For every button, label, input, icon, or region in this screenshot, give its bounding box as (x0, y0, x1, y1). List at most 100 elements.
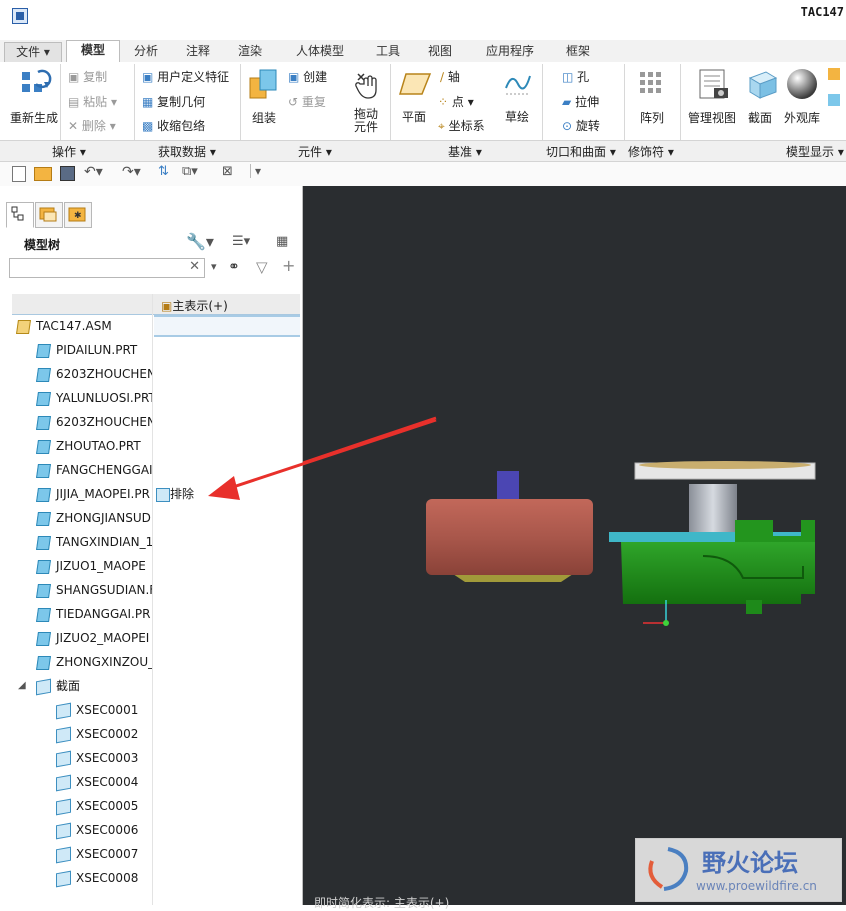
tree-part-row[interactable]: 6203ZHOUCHEN (34, 363, 152, 385)
revolve-button[interactable]: ⊙ 旋转 (562, 117, 600, 134)
hole-button[interactable]: ◫ 孔 (562, 68, 589, 85)
tab-model-tree[interactable] (6, 202, 34, 228)
regenerate-small-icon[interactable]: ⇅ (158, 164, 169, 179)
close-window-icon[interactable]: ⊠ (222, 164, 233, 179)
qat-customize-icon[interactable]: ▾ (250, 164, 261, 178)
show-menu-icon[interactable]: ☰▾ (232, 234, 250, 249)
paste-button[interactable]: ▤ 粘贴 ▾ (68, 93, 117, 110)
group-operations[interactable]: 操作 ▾ (52, 143, 86, 160)
group-datum[interactable]: 基准 ▾ (448, 143, 482, 160)
point-button[interactable]: ⁘ 点 ▾ (438, 93, 474, 110)
tree-part-row[interactable]: TANGXINDIAN_1 (34, 531, 152, 553)
windows-icon[interactable]: ⧉▾ (182, 164, 198, 179)
group-cut-surface[interactable]: 切口和曲面 ▾ (546, 143, 616, 160)
group-component[interactable]: 元件 ▾ (298, 143, 332, 160)
tree-part-row[interactable]: ZHONGXINZOU_ (34, 651, 152, 673)
tab-folder-browser[interactable] (35, 202, 63, 228)
undo-icon[interactable]: ↶▾ (84, 164, 103, 180)
favorites-icon: ✱ (68, 207, 86, 222)
assemble-button[interactable]: 组装 (252, 109, 276, 126)
group-modifiers[interactable]: 修饰符 ▾ (628, 143, 674, 160)
save-icon[interactable] (60, 166, 75, 181)
pulley-hub[interactable] (497, 471, 519, 501)
group-get-data[interactable]: 获取数据 ▾ (158, 143, 216, 160)
tree-search-input[interactable]: ✕ (9, 258, 205, 278)
add-column-icon[interactable]: + (282, 256, 295, 275)
column-divider[interactable] (152, 294, 153, 905)
center-shaft[interactable] (689, 484, 737, 534)
tab-tools[interactable]: 工具 (366, 42, 410, 61)
tree-section-row[interactable]: XSEC0005 (54, 795, 152, 817)
open-folder-icon[interactable] (34, 167, 52, 181)
tree-part-row[interactable]: YALUNLUOSI.PRT (34, 387, 152, 409)
tree-section-row[interactable]: XSEC0006 (54, 819, 152, 841)
representation-column-header[interactable]: ▣主表示(+) (161, 297, 228, 314)
tree-part-row[interactable]: SHANGSUDIAN.F (34, 579, 152, 601)
axis-button[interactable]: ∕ 轴 (440, 68, 460, 85)
filter-icon[interactable]: ▽ (256, 258, 268, 276)
graphics-viewport[interactable]: 即时简化表示: 主表示(+) (222, 186, 846, 910)
repeat-button[interactable]: ↺ 重复 (288, 93, 326, 110)
tree-section-row[interactable]: XSEC0002 (54, 723, 152, 745)
tab-render[interactable]: 渲染 (228, 42, 272, 61)
manage-views-button[interactable]: 管理视图 (688, 109, 736, 126)
group-model-display[interactable]: 模型显示 ▾ (786, 143, 844, 160)
tree-section-row[interactable]: XSEC0004 (54, 771, 152, 793)
tab-applications[interactable]: 应用程序 (472, 42, 548, 61)
tree-section-row[interactable]: XSEC0007 (54, 843, 152, 865)
tab-analysis[interactable]: 分析 (124, 42, 168, 61)
new-file-icon[interactable] (12, 166, 26, 182)
appearance-gallery-button[interactable]: 外观库 (784, 109, 820, 126)
regenerate-button[interactable]: 重新生成 (10, 109, 58, 126)
base-frame[interactable] (621, 542, 815, 604)
tree-part-row[interactable]: JIJIA_MAOPEI.PR (34, 483, 152, 505)
tab-model[interactable]: 模型 (66, 40, 120, 64)
tree-part-row[interactable]: JIZUO2_MAOPEI (34, 627, 152, 649)
tab-framework[interactable]: 框架 (556, 42, 600, 61)
tree-part-row[interactable]: 6203ZHOUCHEN (34, 411, 152, 433)
motor-bracket[interactable] (735, 520, 815, 542)
search-dropdown-icon[interactable]: ▾ (211, 260, 217, 273)
model-tree-icon (11, 206, 24, 221)
settings-tools-icon[interactable]: 🔧▾ (186, 232, 214, 251)
plane-button[interactable]: 平面 (402, 108, 426, 125)
tab-annotate[interactable]: 注释 (176, 42, 220, 61)
ribbon-overflow-icons[interactable] (828, 68, 846, 128)
pulley-body[interactable] (426, 499, 593, 575)
drag-components-button[interactable]: 拖动 元件 (354, 108, 378, 134)
tree-sections-folder[interactable]: ◢ 截面 (16, 675, 152, 697)
copy-geometry-button[interactable]: ▦ 复制几何 (142, 93, 205, 110)
tab-file[interactable]: 文件 ▾ (4, 42, 62, 63)
tree-part-row[interactable]: PIDAILUN.PRT (34, 339, 152, 361)
section-icon (56, 726, 71, 744)
extrude-button[interactable]: ▰ 拉伸 (562, 93, 599, 110)
tab-human-model[interactable]: 人体模型 (280, 42, 360, 61)
csys-button[interactable]: ⌖ 坐标系 (438, 117, 485, 134)
tree-part-row[interactable]: ZHOUTAO.PRT (34, 435, 152, 457)
redo-icon[interactable]: ↷▾ (122, 164, 141, 180)
tree-part-row[interactable]: FANGCHENGGAI (34, 459, 152, 481)
find-binoculars-icon[interactable]: ⚭ (228, 259, 240, 275)
tree-section-row[interactable]: XSEC0008 (54, 867, 152, 889)
clear-search-icon[interactable]: ✕ (189, 259, 200, 274)
shrinkwrap-button[interactable]: ▩ 收缩包络 (142, 117, 205, 134)
tree-part-row[interactable]: ZHONGJIANSUD (34, 507, 152, 529)
sketch-button[interactable]: 草绘 (505, 108, 529, 125)
tree-root[interactable]: TAC147.ASM (14, 315, 152, 337)
column-visibility-icon[interactable]: ▦ (276, 234, 288, 249)
create-button[interactable]: ▣ 创建 (288, 68, 327, 85)
tree-part-row[interactable]: TIEDANGGAI.PR (34, 603, 152, 625)
udf-button[interactable]: ▣ 用户定义特征 (142, 68, 229, 85)
collapse-arrow-icon[interactable]: ◢ (18, 675, 26, 697)
section-button[interactable]: 截面 (748, 109, 772, 126)
tree-section-row[interactable]: XSEC0003 (54, 747, 152, 769)
delete-button[interactable]: ✕ 删除 ▾ (68, 117, 116, 134)
tab-favorites[interactable]: ✱ (64, 202, 92, 228)
tab-view[interactable]: 视图 (418, 42, 462, 61)
copy-button[interactable]: ▣ 复制 (68, 68, 107, 85)
app-icon[interactable] (12, 8, 28, 24)
root-representation-cell[interactable] (154, 315, 300, 337)
pattern-button[interactable]: 阵列 (640, 109, 664, 126)
tree-part-row[interactable]: JIZUO1_MAOPE (34, 555, 152, 577)
tree-section-row[interactable]: XSEC0001 (54, 699, 152, 721)
